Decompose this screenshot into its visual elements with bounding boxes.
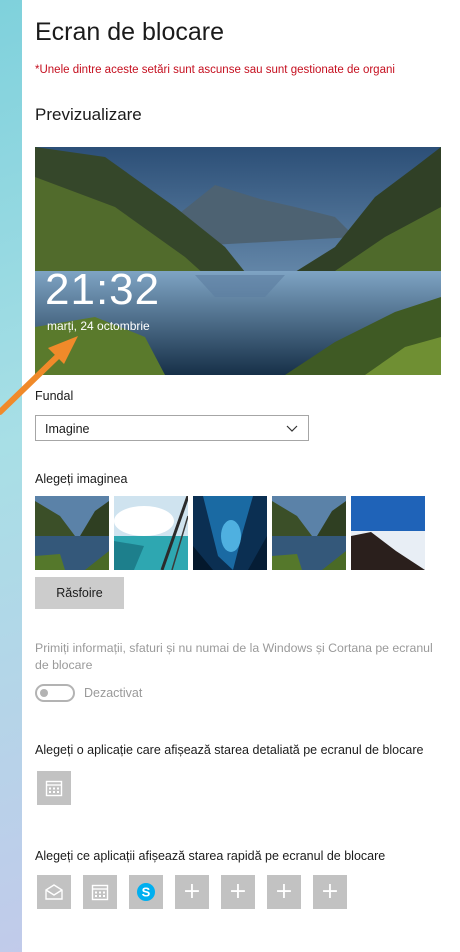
choose-image-label: Alegeți imaginea [35, 472, 128, 486]
page-title: Ecran de blocare [35, 18, 225, 46]
annotation-arrow [0, 336, 78, 415]
settings-panel: Ecran de blocare *Unele dintre aceste se… [22, 0, 460, 952]
plus-icon: + [182, 879, 202, 904]
detailed-status-label: Alegeți o aplicație care afișează starea… [35, 743, 424, 757]
calendar-icon [45, 780, 63, 797]
tips-description: Primiți informații, sfaturi și nu numai … [35, 641, 433, 672]
detailed-status-app-button[interactable] [37, 771, 71, 805]
svg-text:S: S [142, 885, 151, 900]
toggle-knob [40, 689, 48, 697]
plus-icon: + [228, 879, 248, 904]
plus-icon: + [274, 879, 294, 904]
quick-status-label: Alegeți ce aplicații afișează starea rap… [35, 849, 386, 863]
thumbnail-lake-mountains-2[interactable] [272, 496, 346, 570]
policy-warning: *Unele dintre aceste setări sunt ascunse… [35, 64, 395, 76]
image-thumbnails [35, 496, 425, 570]
calendar-icon [91, 884, 109, 901]
tips-toggle[interactable] [35, 684, 75, 702]
lock-screen-preview: 21:32 marți, 24 octombrie [35, 147, 441, 375]
preview-heading: Previzualizare [35, 105, 142, 124]
quick-status-add-button[interactable]: + [221, 875, 255, 909]
quick-status-add-button[interactable]: + [267, 875, 301, 909]
skype-icon: S [137, 883, 155, 901]
chevron-down-icon [286, 425, 298, 432]
preview-clock: 21:32 [45, 265, 161, 314]
tips-toggle-state: Dezactivat [84, 686, 143, 700]
quick-status-mail-button[interactable] [37, 875, 71, 909]
mail-icon [45, 884, 63, 900]
quick-status-skype-button[interactable]: S [129, 875, 163, 909]
quick-status-add-button[interactable]: + [175, 875, 209, 909]
thumbnail-ice-cave[interactable] [193, 496, 267, 570]
plus-icon: + [320, 879, 340, 904]
quick-status-calendar-button[interactable] [83, 875, 117, 909]
thumbnail-beach-rope[interactable] [114, 496, 188, 570]
thumbnail-mountain-ridge[interactable] [351, 496, 425, 570]
quick-status-add-button[interactable]: + [313, 875, 347, 909]
browse-button[interactable]: Răsfoire [35, 577, 124, 609]
background-dropdown-value: Imagine [45, 422, 90, 436]
thumbnail-lake-mountains[interactable] [35, 496, 109, 570]
